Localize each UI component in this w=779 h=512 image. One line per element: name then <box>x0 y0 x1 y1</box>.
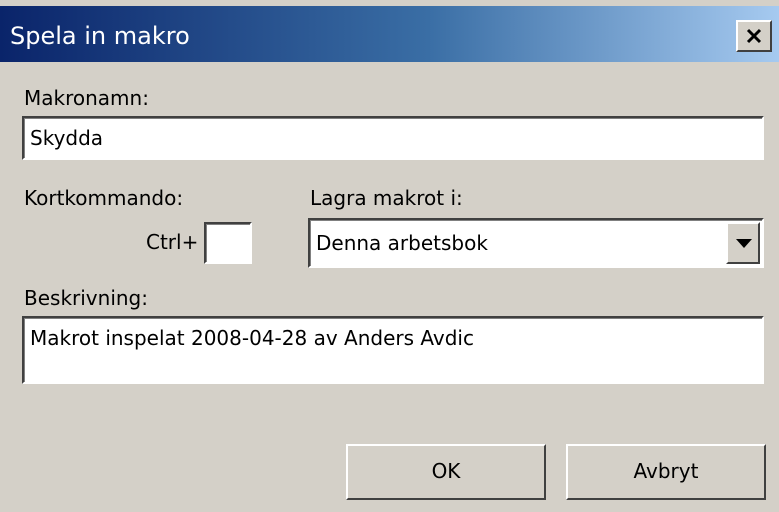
cancel-button[interactable]: Avbryt <box>566 444 766 500</box>
close-button[interactable] <box>736 20 772 52</box>
ok-label: OK <box>431 459 461 483</box>
dropdown-button[interactable] <box>726 222 760 264</box>
cancel-label: Avbryt <box>633 459 699 483</box>
description-label: Beskrivning: <box>24 286 148 310</box>
macro-name-label: Makronamn: <box>24 86 149 110</box>
store-in-label: Lagra makrot i: <box>310 186 463 210</box>
store-in-value: Denna arbetsbok <box>316 231 488 255</box>
shortcut-key-field[interactable] <box>204 222 252 264</box>
window-title: Spela in makro <box>10 22 190 50</box>
store-in-select[interactable]: Denna arbetsbok <box>308 218 764 268</box>
shortcut-label: Kortkommando: <box>24 186 184 210</box>
record-macro-dialog: Spela in makro Makronamn: Skydda Kortkom… <box>0 0 779 512</box>
description-value: Makrot inspelat 2008-04-28 av Anders Avd… <box>30 326 474 350</box>
close-icon <box>746 28 762 44</box>
title-bar[interactable]: Spela in makro <box>0 6 779 62</box>
ok-button[interactable]: OK <box>346 444 546 500</box>
chevron-down-icon <box>736 239 752 248</box>
ctrl-prefix-label: Ctrl+ <box>146 230 199 254</box>
macro-name-field[interactable]: Skydda <box>22 116 764 160</box>
macro-name-value: Skydda <box>30 126 104 150</box>
description-field[interactable]: Makrot inspelat 2008-04-28 av Anders Avd… <box>22 316 764 384</box>
